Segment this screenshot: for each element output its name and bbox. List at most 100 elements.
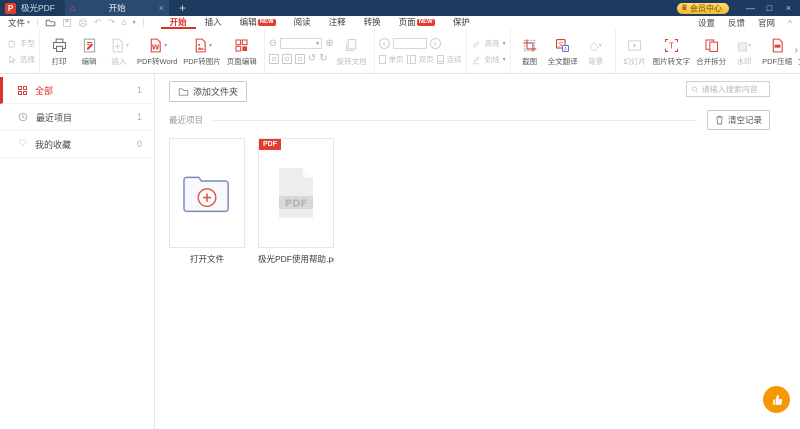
pdf-doc-icon: PDF bbox=[279, 168, 313, 218]
tab-page[interactable]: 页面 NEW bbox=[390, 16, 444, 29]
background-button[interactable]: ◇ ▾ 背景 bbox=[581, 36, 611, 67]
maximize-button[interactable]: □ bbox=[760, 0, 779, 16]
highlight-pen-icon bbox=[472, 40, 480, 48]
home-shortcut-icon[interactable]: ⌂ bbox=[121, 18, 126, 27]
prev-page-icon[interactable]: ‹ bbox=[378, 37, 390, 49]
new-tab-button[interactable]: + bbox=[179, 2, 186, 14]
search-icon bbox=[691, 86, 698, 92]
website-link[interactable]: 官网 bbox=[758, 17, 775, 29]
search-input[interactable] bbox=[701, 84, 765, 94]
count-badge: 1 bbox=[136, 112, 142, 122]
tab-title: 开始 bbox=[108, 3, 126, 13]
pdf-badge: PDF bbox=[259, 139, 281, 150]
recent-file-card[interactable]: PDF PDF bbox=[258, 138, 334, 248]
add-folder-button[interactable]: 添加文件夹 bbox=[169, 81, 248, 102]
insert-button[interactable]: ▾ 插入 bbox=[104, 36, 134, 67]
double-page-button[interactable]: 双页 bbox=[406, 54, 434, 65]
select-tool-button[interactable]: 选择 bbox=[6, 54, 35, 65]
single-page-button[interactable]: 单页 bbox=[378, 54, 404, 65]
member-center-button[interactable]: ♛ 会员中心 bbox=[676, 2, 729, 14]
svg-text:T: T bbox=[668, 41, 674, 50]
rotate-right-icon[interactable]: ↻ bbox=[319, 54, 327, 64]
pdf-to-image-button[interactable]: ▾ PDF转图片 bbox=[180, 36, 224, 67]
underline-pen-icon bbox=[472, 56, 480, 64]
clock-icon bbox=[18, 112, 28, 122]
pdf-compress-button[interactable]: PDF压缩 bbox=[759, 36, 795, 67]
sidebar-item-favorites[interactable]: ♡ 我的收藏 0 bbox=[0, 131, 154, 158]
chevron-down-icon: ▾ bbox=[502, 40, 506, 47]
folder-plus-icon bbox=[183, 176, 229, 213]
open-file-card[interactable] bbox=[169, 138, 245, 248]
tab-insert[interactable]: 插入 bbox=[196, 16, 231, 29]
tab-edit[interactable]: 编辑 NEW bbox=[231, 16, 285, 29]
page-number-input[interactable] bbox=[392, 37, 427, 49]
translate-icon: 文A bbox=[556, 38, 570, 52]
hand-tool-button[interactable]: 手型 bbox=[6, 38, 35, 49]
ribbon-more-icon[interactable]: › bbox=[795, 45, 798, 56]
open-file-icon[interactable] bbox=[45, 18, 56, 28]
edit-doc-icon bbox=[83, 38, 95, 53]
zoom-level-select[interactable]: ▾ bbox=[280, 38, 323, 49]
settings-link[interactable]: 设置 bbox=[698, 17, 715, 29]
member-center-label: 会员中心 bbox=[690, 3, 722, 13]
clear-records-button[interactable]: 清空记录 bbox=[706, 110, 770, 130]
card-label: 打开文件 bbox=[189, 254, 224, 264]
merge-split-icon bbox=[705, 39, 718, 52]
print-icon[interactable] bbox=[78, 18, 88, 28]
ocr-button[interactable]: T 图片转文字 bbox=[650, 36, 694, 67]
minimize-button[interactable]: — bbox=[741, 0, 760, 16]
next-page-icon[interactable]: › bbox=[429, 37, 441, 49]
tab-protect[interactable]: 保护 bbox=[444, 16, 479, 29]
chevron-down-icon: ▾ bbox=[27, 20, 31, 26]
close-button[interactable]: × bbox=[779, 0, 798, 16]
chevron-down-icon: ▾ bbox=[748, 43, 752, 49]
quickbar-caret-icon[interactable]: ▾ bbox=[133, 19, 136, 26]
background-icon: ◇ bbox=[589, 38, 599, 53]
watermark-button[interactable]: ▨ ▾ 水印 bbox=[729, 36, 759, 67]
merge-split-button[interactable]: 合并拆分 bbox=[693, 36, 729, 67]
fit-page-icon[interactable] bbox=[281, 54, 292, 64]
tab-close-icon[interactable]: × bbox=[159, 3, 164, 13]
printer-icon bbox=[52, 38, 66, 52]
chevron-down-icon: ▾ bbox=[125, 43, 129, 49]
feedback-link[interactable]: 反馈 bbox=[728, 17, 745, 29]
underline-button[interactable]: 划线 ▾ bbox=[471, 54, 506, 65]
document-tab[interactable]: ⌂ 开始 × bbox=[65, 0, 170, 16]
fit-width-icon[interactable] bbox=[294, 54, 305, 64]
save-icon[interactable] bbox=[62, 18, 72, 28]
zoom-in-icon[interactable]: ⊕ bbox=[325, 38, 333, 49]
collapse-ribbon-icon[interactable]: ^ bbox=[788, 18, 792, 28]
tab-annotate[interactable]: 注释 bbox=[320, 16, 355, 29]
rotate-document-button[interactable]: 旋转文档 bbox=[334, 36, 370, 67]
highlight-button[interactable]: 高亮 ▾ bbox=[471, 38, 506, 49]
divider bbox=[37, 18, 39, 27]
tab-home[interactable]: 开始 bbox=[160, 16, 196, 29]
edit-button[interactable]: 编辑 bbox=[74, 36, 104, 67]
chevron-down-icon: ▾ bbox=[598, 43, 602, 49]
tab-convert[interactable]: 转换 bbox=[355, 16, 390, 29]
continuous-button[interactable]: 连续 bbox=[436, 54, 462, 65]
undo-icon[interactable]: ↶ bbox=[94, 18, 102, 27]
search-box[interactable] bbox=[686, 81, 770, 97]
image-to-text-icon: T bbox=[664, 38, 678, 53]
compress-icon bbox=[772, 38, 783, 53]
print-button[interactable]: 打印 bbox=[44, 36, 74, 67]
sidebar-item-all[interactable]: 全部 1 bbox=[0, 77, 154, 104]
ribbon-toolbar: 手型 选择 打印 编辑 ▾ 插入 W ▾ PDF转Word ▾ PDF转图片 页… bbox=[0, 29, 800, 74]
rotate-left-icon[interactable]: ↺ bbox=[308, 54, 316, 64]
translate-button[interactable]: 文A 全文翻译 bbox=[545, 36, 581, 67]
tab-read[interactable]: 阅读 bbox=[285, 16, 320, 29]
sidebar-item-recent[interactable]: 最近项目 1 bbox=[0, 104, 154, 131]
slideshow-button[interactable]: 幻灯片 bbox=[620, 36, 650, 67]
main-panel: 添加文件夹 最近项目 清空记录 bbox=[155, 74, 800, 429]
divider bbox=[213, 119, 697, 121]
redo-icon[interactable]: ↷ bbox=[108, 18, 116, 27]
screenshot-button[interactable]: 截图 bbox=[515, 36, 545, 67]
zoom-out-icon[interactable]: ⊖ bbox=[269, 38, 277, 49]
page-edit-button[interactable]: 页面编辑 bbox=[224, 36, 260, 67]
feedback-fab-button[interactable] bbox=[763, 386, 790, 413]
file-menu[interactable]: 文件 ▾ bbox=[8, 17, 30, 29]
pdf-to-word-button[interactable]: W ▾ PDF转Word bbox=[134, 36, 180, 67]
actual-size-icon[interactable] bbox=[268, 54, 279, 64]
grid-icon bbox=[18, 85, 27, 95]
